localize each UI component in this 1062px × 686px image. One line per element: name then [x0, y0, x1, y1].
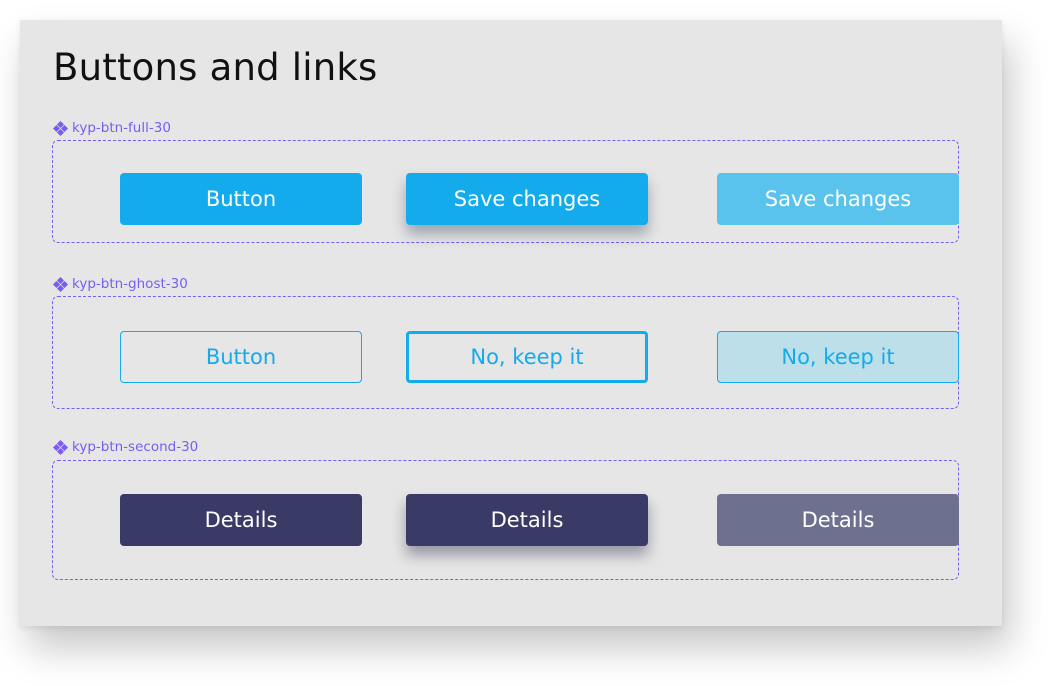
- component-label-text: kyp-btn-ghost-30: [72, 276, 188, 292]
- component-label-text: kyp-btn-second-30: [72, 439, 199, 455]
- component-label-text: kyp-btn-full-30: [72, 120, 171, 136]
- second-button-hover[interactable]: Details: [406, 494, 648, 546]
- component-label-ghost: kyp-btn-ghost-30: [52, 276, 188, 292]
- second-button-default[interactable]: Details: [120, 494, 362, 546]
- ghost-button-disabled[interactable]: No, keep it: [717, 331, 959, 383]
- canvas-frame: Buttons and links kyp-btn-full-30 Button…: [20, 20, 1002, 626]
- component-frame-ghost: Button No, keep it No, keep it: [52, 296, 959, 409]
- full-button-default[interactable]: Button: [120, 173, 362, 225]
- component-frame-full: Button Save changes Save changes: [52, 140, 959, 243]
- component-icon: [52, 439, 69, 455]
- ghost-button-default[interactable]: Button: [120, 331, 362, 383]
- ghost-button-focus[interactable]: No, keep it: [406, 331, 648, 383]
- page-title: Buttons and links: [53, 46, 378, 89]
- component-frame-second: Details Details Details: [52, 460, 959, 580]
- component-label-second: kyp-btn-second-30: [52, 439, 199, 455]
- full-button-hover[interactable]: Save changes: [406, 173, 648, 225]
- full-button-disabled[interactable]: Save changes: [717, 173, 959, 225]
- second-button-disabled[interactable]: Details: [717, 494, 959, 546]
- component-label-full: kyp-btn-full-30: [52, 120, 171, 136]
- component-icon: [52, 276, 69, 292]
- component-icon: [52, 120, 69, 136]
